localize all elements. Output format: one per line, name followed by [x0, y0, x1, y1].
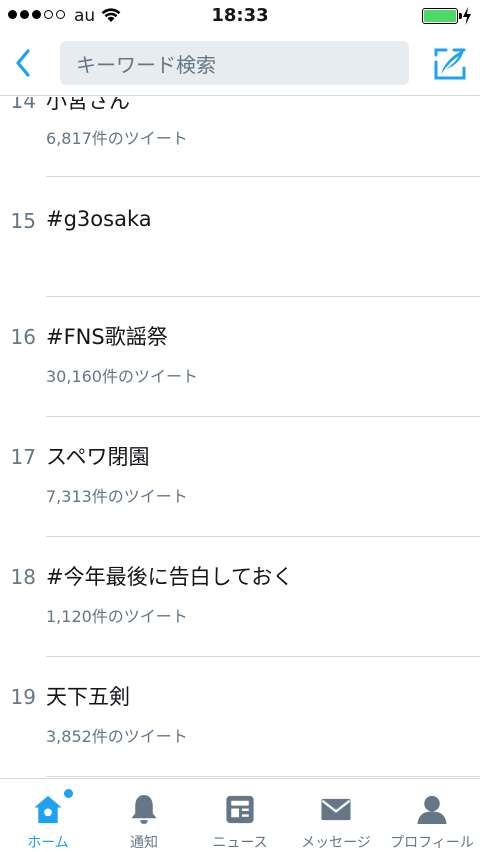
trend-rank: 18	[10, 565, 36, 589]
tab-notifications[interactable]: 通知	[96, 779, 192, 852]
trend-item[interactable]: 17 スペワ閉園 7,313件のツイート	[11, 417, 480, 537]
compose-quill-icon	[434, 48, 466, 80]
chevron-left-icon	[16, 49, 30, 77]
trend-rank: 14	[10, 97, 36, 113]
trend-item[interactable]: 14 小宮さん 6,817件のツイート	[11, 97, 480, 177]
envelope-icon	[321, 798, 351, 821]
trend-rank: 19	[10, 685, 36, 709]
trend-item[interactable]: 16 #FNS歌謡祭 30,160件のツイート	[11, 297, 480, 417]
bell-icon	[131, 794, 157, 825]
tab-news[interactable]: ニュース	[192, 779, 288, 852]
trend-rank: 17	[10, 445, 36, 469]
back-button[interactable]	[8, 46, 38, 80]
status-time: 18:33	[211, 5, 269, 26]
tab-home[interactable]: ホーム	[0, 779, 96, 852]
trend-tweet-count: 30,160件のツイート	[46, 367, 198, 386]
news-icon	[226, 795, 254, 824]
status-bar: au 18:33	[0, 0, 480, 32]
trend-name: #g3osaka	[46, 207, 152, 231]
charging-bolt-icon	[463, 7, 471, 25]
trend-rank: 16	[10, 325, 36, 349]
trend-name: 小宮さん	[46, 97, 130, 113]
trend-name: スペワ閉園	[46, 445, 150, 469]
trend-tweet-count: 7,313件のツイート	[46, 487, 188, 506]
nav-bar: キーワード検索	[0, 32, 480, 96]
trend-tweet-count: 6,817件のツイート	[46, 129, 188, 148]
new-content-badge	[64, 789, 73, 798]
trend-item[interactable]: 19 天下五剣 3,852件のツイート	[11, 657, 480, 777]
tab-profile[interactable]: プロフィール	[384, 779, 480, 852]
person-icon	[417, 795, 447, 825]
tab-messages[interactable]: メッセージ	[288, 779, 384, 852]
trend-tweet-count: 1,120件のツイート	[46, 607, 188, 626]
trend-rank: 15	[10, 209, 36, 233]
trend-name: #FNS歌謡祭	[46, 325, 168, 349]
trend-item[interactable]: 18 #今年最後に告白しておく 1,120件のツイート	[11, 537, 480, 657]
tab-label: プロフィール	[390, 835, 474, 851]
search-placeholder: キーワード検索	[76, 52, 216, 77]
trend-list: 14 小宮さん 6,817件のツイート 15 #g3osaka 16 #FNS歌…	[0, 97, 480, 778]
trend-item[interactable]: 15 #g3osaka	[11, 177, 480, 297]
battery-icon	[422, 8, 462, 24]
tab-label: 通知	[130, 835, 158, 851]
tab-label: ホーム	[27, 835, 69, 851]
search-input[interactable]: キーワード検索	[60, 41, 409, 85]
tab-bar: ホーム 通知 ニュース メッセージ プロフィール	[0, 778, 480, 852]
tab-label: ニュース	[212, 835, 268, 851]
trend-name: 天下五剣	[46, 685, 130, 709]
trend-name: #今年最後に告白しておく	[46, 565, 294, 589]
compose-button[interactable]	[432, 46, 468, 82]
home-icon	[34, 795, 62, 824]
trend-tweet-count: 3,852件のツイート	[46, 727, 188, 746]
tab-label: メッセージ	[301, 835, 371, 851]
